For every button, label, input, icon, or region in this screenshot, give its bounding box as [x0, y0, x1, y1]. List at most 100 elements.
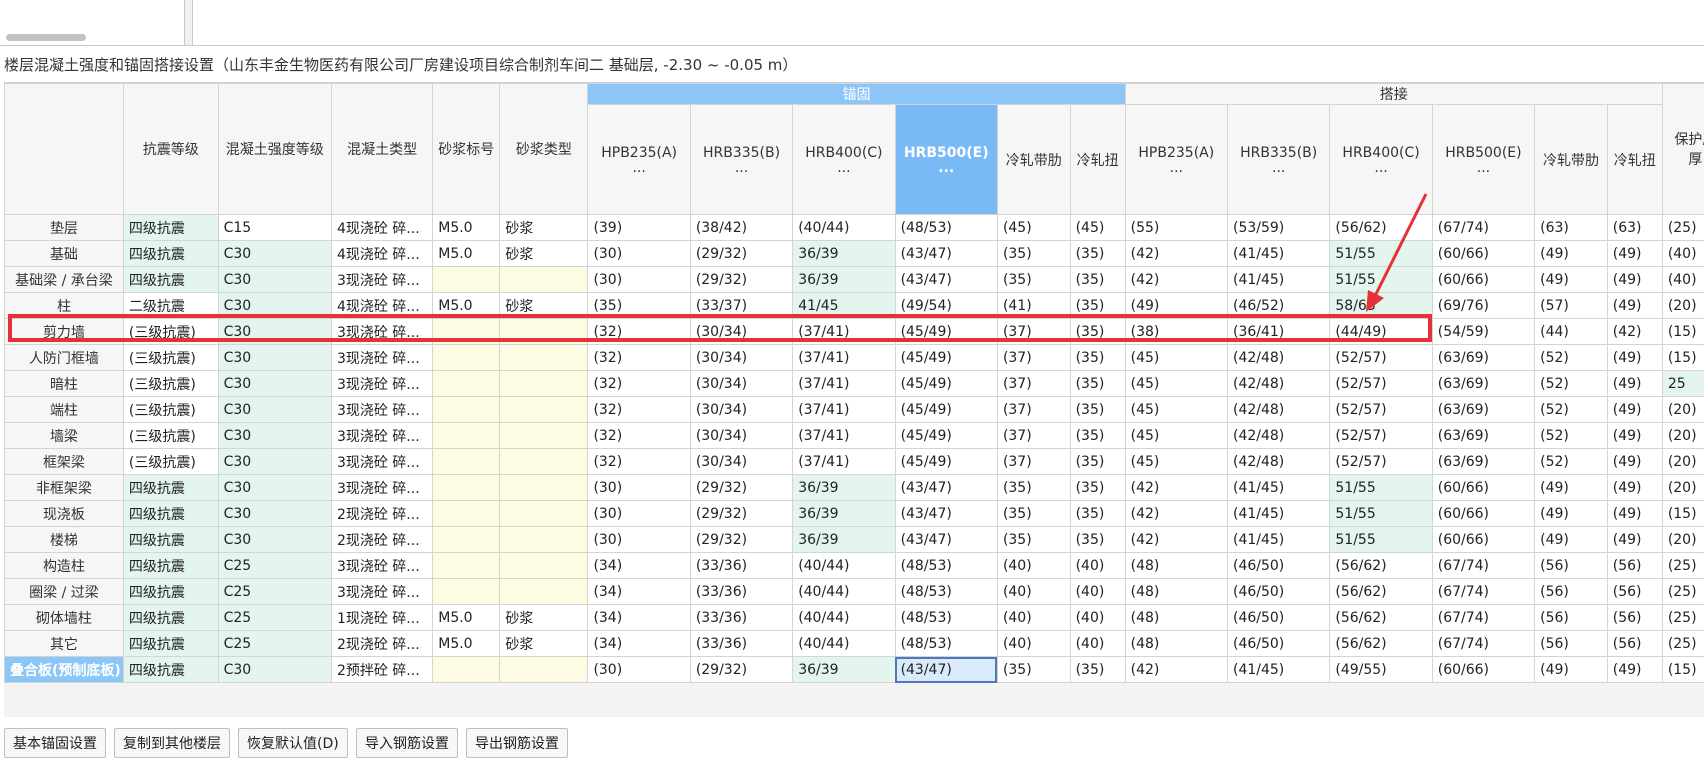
- column-header-lap-0[interactable]: HPB235(A)...: [1125, 105, 1227, 215]
- cell-anchor-5[interactable]: (35): [1070, 267, 1125, 293]
- cell-anchor-1[interactable]: (38/42): [690, 215, 792, 241]
- cell-mortar-type[interactable]: [500, 267, 588, 293]
- cell-anchor-0[interactable]: (30): [588, 501, 690, 527]
- cell-anchor-5[interactable]: (40): [1070, 631, 1125, 657]
- cell-anchor-5[interactable]: (40): [1070, 579, 1125, 605]
- cell-lap-3[interactable]: (60/66): [1432, 527, 1534, 553]
- cell-mortar-type[interactable]: [500, 371, 588, 397]
- cell-seismic[interactable]: 四级抗震: [123, 553, 218, 579]
- cell-concrete-grade[interactable]: C30: [218, 501, 331, 527]
- cell-anchor-0[interactable]: (30): [588, 527, 690, 553]
- cell-lap-4[interactable]: (52): [1535, 397, 1608, 423]
- cell-mortar-type[interactable]: [500, 501, 588, 527]
- cell-lap-5[interactable]: (49): [1607, 267, 1662, 293]
- cell-lap-1[interactable]: (41/45): [1228, 267, 1330, 293]
- cell-anchor-2[interactable]: 36/39: [793, 501, 895, 527]
- cell-anchor-3[interactable]: (48/53): [895, 215, 997, 241]
- column-header-anchor-3[interactable]: HRB500(E)...: [895, 105, 997, 215]
- cell-lap-4[interactable]: (49): [1535, 527, 1608, 553]
- row-header[interactable]: 其它: [5, 631, 124, 657]
- cell-cover[interactable]: (20): [1662, 449, 1704, 475]
- cell-concrete-type[interactable]: 3现浇砼 碎...: [331, 423, 432, 449]
- cell-lap-2[interactable]: 51/55: [1330, 501, 1432, 527]
- cell-anchor-1[interactable]: (33/36): [690, 605, 792, 631]
- cell-lap-1[interactable]: (42/48): [1228, 449, 1330, 475]
- cell-anchor-5[interactable]: (35): [1070, 475, 1125, 501]
- cell-cover[interactable]: (20): [1662, 527, 1704, 553]
- cell-anchor-2[interactable]: (37/41): [793, 345, 895, 371]
- cell-mortar-grade[interactable]: [433, 319, 500, 345]
- cell-anchor-5[interactable]: (35): [1070, 423, 1125, 449]
- cell-lap-5[interactable]: (63): [1607, 215, 1662, 241]
- cell-anchor-2[interactable]: (40/44): [793, 215, 895, 241]
- cell-cover[interactable]: (15): [1662, 345, 1704, 371]
- cell-cover[interactable]: (40): [1662, 241, 1704, 267]
- cell-lap-1[interactable]: (36/41): [1228, 319, 1330, 345]
- cell-concrete-grade[interactable]: C25: [218, 605, 331, 631]
- cell-cover[interactable]: (25): [1662, 553, 1704, 579]
- cell-lap-0[interactable]: (55): [1125, 215, 1227, 241]
- cell-cover[interactable]: (15): [1662, 501, 1704, 527]
- cell-lap-4[interactable]: (57): [1535, 293, 1608, 319]
- cell-lap-5[interactable]: (49): [1607, 345, 1662, 371]
- row-header[interactable]: 构造柱: [5, 553, 124, 579]
- cell-mortar-type[interactable]: 砂浆: [500, 631, 588, 657]
- cell-anchor-0[interactable]: (35): [588, 293, 690, 319]
- cell-mortar-grade[interactable]: [433, 423, 500, 449]
- cell-lap-1[interactable]: (41/45): [1228, 475, 1330, 501]
- cell-seismic[interactable]: 四级抗震: [123, 475, 218, 501]
- cell-anchor-5[interactable]: (35): [1070, 371, 1125, 397]
- cell-anchor-5[interactable]: (35): [1070, 449, 1125, 475]
- row-header[interactable]: 圈梁 / 过梁: [5, 579, 124, 605]
- copy-to-other-floors-button[interactable]: 复制到其他楼层: [114, 728, 230, 758]
- cell-concrete-type[interactable]: 4现浇砼 碎...: [331, 241, 432, 267]
- cell-anchor-4[interactable]: (35): [997, 475, 1070, 501]
- cell-cover[interactable]: (25): [1662, 631, 1704, 657]
- cell-anchor-1[interactable]: (30/34): [690, 345, 792, 371]
- cell-concrete-type[interactable]: 3现浇砼 碎...: [331, 345, 432, 371]
- cell-cover[interactable]: (20): [1662, 397, 1704, 423]
- cell-concrete-grade[interactable]: C30: [218, 319, 331, 345]
- cell-anchor-3[interactable]: (48/53): [895, 631, 997, 657]
- cell-lap-1[interactable]: (42/48): [1228, 397, 1330, 423]
- cell-anchor-4[interactable]: (37): [997, 345, 1070, 371]
- column-header-cover[interactable]: 保护层厚: [1662, 84, 1704, 215]
- cell-anchor-2[interactable]: 36/39: [793, 241, 895, 267]
- cell-anchor-5[interactable]: (40): [1070, 553, 1125, 579]
- cell-mortar-type[interactable]: 砂浆: [500, 293, 588, 319]
- cell-lap-1[interactable]: (41/45): [1228, 241, 1330, 267]
- row-header[interactable]: 人防门框墙: [5, 345, 124, 371]
- cell-anchor-4[interactable]: (41): [997, 293, 1070, 319]
- cell-anchor-2[interactable]: (40/44): [793, 605, 895, 631]
- cell-lap-1[interactable]: (42/48): [1228, 345, 1330, 371]
- cell-lap-4[interactable]: (49): [1535, 241, 1608, 267]
- cell-concrete-type[interactable]: 3现浇砼 碎...: [331, 475, 432, 501]
- cell-anchor-4[interactable]: (40): [997, 579, 1070, 605]
- cell-mortar-type[interactable]: [500, 423, 588, 449]
- cell-mortar-grade[interactable]: M5.0: [433, 631, 500, 657]
- column-header-anchor-5[interactable]: 冷轧扭: [1070, 105, 1125, 215]
- cell-concrete-type[interactable]: 2现浇砼 碎...: [331, 631, 432, 657]
- cell-mortar-grade[interactable]: [433, 579, 500, 605]
- cell-lap-2[interactable]: 51/55: [1330, 527, 1432, 553]
- cell-anchor-3[interactable]: (43/47): [895, 527, 997, 553]
- cell-mortar-type[interactable]: [500, 397, 588, 423]
- cell-lap-5[interactable]: (42): [1607, 319, 1662, 345]
- cell-anchor-2[interactable]: (40/44): [793, 631, 895, 657]
- cell-anchor-4[interactable]: (37): [997, 397, 1070, 423]
- cell-mortar-type[interactable]: 砂浆: [500, 215, 588, 241]
- cell-lap-4[interactable]: (52): [1535, 423, 1608, 449]
- cell-anchor-3[interactable]: (45/49): [895, 423, 997, 449]
- cell-mortar-grade[interactable]: [433, 501, 500, 527]
- cell-lap-1[interactable]: (41/45): [1228, 527, 1330, 553]
- cell-anchor-4[interactable]: (37): [997, 449, 1070, 475]
- cell-seismic[interactable]: 四级抗震: [123, 631, 218, 657]
- cell-seismic[interactable]: (三级抗震): [123, 423, 218, 449]
- cell-anchor-4[interactable]: (45): [997, 215, 1070, 241]
- row-header[interactable]: 非框架梁: [5, 475, 124, 501]
- cell-anchor-2[interactable]: (37/41): [793, 397, 895, 423]
- row-header[interactable]: 基础: [5, 241, 124, 267]
- cell-lap-0[interactable]: (45): [1125, 345, 1227, 371]
- cell-lap-5[interactable]: (49): [1607, 449, 1662, 475]
- cell-anchor-0[interactable]: (32): [588, 319, 690, 345]
